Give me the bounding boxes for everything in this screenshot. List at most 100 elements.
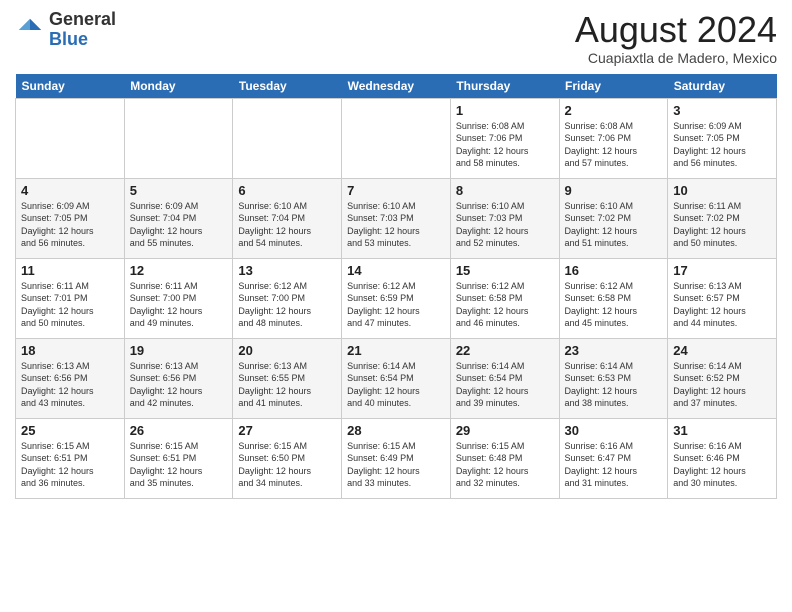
day-cell: 10 Sunrise: 6:11 AM Sunset: 7:02 PM Dayli… bbox=[668, 178, 777, 258]
day-info: Sunrise: 6:15 AM Sunset: 6:51 PM Dayligh… bbox=[130, 440, 228, 490]
day-cell: 5Sunrise: 6:09 AM Sunset: 7:04 PM Daylig… bbox=[124, 178, 233, 258]
day-info: Sunrise: 6:13 AM Sunset: 6:57 PM Dayligh… bbox=[673, 280, 771, 330]
day-number: 13 bbox=[238, 263, 336, 278]
week-row-2: 4Sunrise: 6:09 AM Sunset: 7:05 PM Daylig… bbox=[16, 178, 777, 258]
day-number: 11 bbox=[21, 263, 119, 278]
day-info: Sunrise: 6:11 AM Sunset: 7:02 PM Dayligh… bbox=[673, 200, 771, 250]
day-info: Sunrise: 6:12 AM Sunset: 6:58 PM Dayligh… bbox=[565, 280, 663, 330]
day-cell: 12 Sunrise: 6:11 AM Sunset: 7:00 PM Dayli… bbox=[124, 258, 233, 338]
calendar-header: SundayMondayTuesdayWednesdayThursdayFrid… bbox=[16, 74, 777, 99]
day-info: Sunrise: 6:10 AM Sunset: 7:04 PM Dayligh… bbox=[238, 200, 336, 250]
day-number: 21 bbox=[347, 343, 445, 358]
day-cell: 28 Sunrise: 6:15 AM Sunset: 6:49 PM Dayli… bbox=[342, 418, 451, 498]
day-info: Sunrise: 6:10 AM Sunset: 7:02 PM Dayligh… bbox=[565, 200, 663, 250]
day-number: 27 bbox=[238, 423, 336, 438]
day-cell: 13 Sunrise: 6:12 AM Sunset: 7:00 PM Dayli… bbox=[233, 258, 342, 338]
day-info: Sunrise: 6:13 AM Sunset: 6:56 PM Dayligh… bbox=[130, 360, 228, 410]
day-number: 23 bbox=[565, 343, 663, 358]
week-row-5: 25 Sunrise: 6:15 AM Sunset: 6:51 PM Dayli… bbox=[16, 418, 777, 498]
location: Cuapiaxtla de Madero, Mexico bbox=[575, 50, 777, 66]
day-cell: 21 Sunrise: 6:14 AM Sunset: 6:54 PM Dayli… bbox=[342, 338, 451, 418]
day-number: 4 bbox=[21, 183, 119, 198]
day-info: Sunrise: 6:15 AM Sunset: 6:48 PM Dayligh… bbox=[456, 440, 554, 490]
day-number: 16 bbox=[565, 263, 663, 278]
day-info: Sunrise: 6:16 AM Sunset: 6:47 PM Dayligh… bbox=[565, 440, 663, 490]
day-number: 14 bbox=[347, 263, 445, 278]
day-cell: 3 Sunrise: 6:09 AM Sunset: 7:05 PM Daylig… bbox=[668, 98, 777, 178]
day-cell: 17Sunrise: 6:13 AM Sunset: 6:57 PM Dayli… bbox=[668, 258, 777, 338]
day-number: 18 bbox=[21, 343, 119, 358]
day-cell: 15 Sunrise: 6:12 AM Sunset: 6:58 PM Dayli… bbox=[450, 258, 559, 338]
page-header: General Blue August 2024 Cuapiaxtla de M… bbox=[15, 10, 777, 66]
day-number: 8 bbox=[456, 183, 554, 198]
day-info: Sunrise: 6:15 AM Sunset: 6:51 PM Dayligh… bbox=[21, 440, 119, 490]
day-cell: 30 Sunrise: 6:16 AM Sunset: 6:47 PM Dayli… bbox=[559, 418, 668, 498]
day-number: 22 bbox=[456, 343, 554, 358]
day-cell: 8Sunrise: 6:10 AM Sunset: 7:03 PM Daylig… bbox=[450, 178, 559, 258]
day-info: Sunrise: 6:12 AM Sunset: 6:59 PM Dayligh… bbox=[347, 280, 445, 330]
day-number: 31 bbox=[673, 423, 771, 438]
day-cell: 31 Sunrise: 6:16 AM Sunset: 6:46 PM Dayli… bbox=[668, 418, 777, 498]
day-cell: 14 Sunrise: 6:12 AM Sunset: 6:59 PM Dayli… bbox=[342, 258, 451, 338]
week-row-1: 1Sunrise: 6:08 AM Sunset: 7:06 PM Daylig… bbox=[16, 98, 777, 178]
day-cell bbox=[342, 98, 451, 178]
day-info: Sunrise: 6:08 AM Sunset: 7:06 PM Dayligh… bbox=[565, 120, 663, 170]
day-cell: 26Sunrise: 6:15 AM Sunset: 6:51 PM Dayli… bbox=[124, 418, 233, 498]
day-info: Sunrise: 6:11 AM Sunset: 7:01 PM Dayligh… bbox=[21, 280, 119, 330]
day-number: 5 bbox=[130, 183, 228, 198]
month-year: August 2024 bbox=[575, 10, 777, 50]
day-cell: 4Sunrise: 6:09 AM Sunset: 7:05 PM Daylig… bbox=[16, 178, 125, 258]
day-cell: 2 Sunrise: 6:08 AM Sunset: 7:06 PM Daylig… bbox=[559, 98, 668, 178]
day-info: Sunrise: 6:09 AM Sunset: 7:05 PM Dayligh… bbox=[673, 120, 771, 170]
logo: General Blue bbox=[15, 10, 116, 50]
day-info: Sunrise: 6:14 AM Sunset: 6:54 PM Dayligh… bbox=[347, 360, 445, 410]
header-saturday: Saturday bbox=[668, 74, 777, 99]
day-cell: 6 Sunrise: 6:10 AM Sunset: 7:04 PM Daylig… bbox=[233, 178, 342, 258]
week-row-3: 11 Sunrise: 6:11 AM Sunset: 7:01 PM Dayli… bbox=[16, 258, 777, 338]
day-cell: 20 Sunrise: 6:13 AM Sunset: 6:55 PM Dayli… bbox=[233, 338, 342, 418]
day-number: 29 bbox=[456, 423, 554, 438]
day-cell: 1Sunrise: 6:08 AM Sunset: 7:06 PM Daylig… bbox=[450, 98, 559, 178]
day-number: 12 bbox=[130, 263, 228, 278]
calendar-body: 1Sunrise: 6:08 AM Sunset: 7:06 PM Daylig… bbox=[16, 98, 777, 498]
day-cell bbox=[233, 98, 342, 178]
day-cell bbox=[16, 98, 125, 178]
day-number: 7 bbox=[347, 183, 445, 198]
day-number: 2 bbox=[565, 103, 663, 118]
header-wednesday: Wednesday bbox=[342, 74, 451, 99]
day-number: 15 bbox=[456, 263, 554, 278]
day-cell: 23Sunrise: 6:14 AM Sunset: 6:53 PM Dayli… bbox=[559, 338, 668, 418]
day-number: 19 bbox=[130, 343, 228, 358]
day-info: Sunrise: 6:16 AM Sunset: 6:46 PM Dayligh… bbox=[673, 440, 771, 490]
logo-text: General Blue bbox=[49, 10, 116, 50]
day-info: Sunrise: 6:11 AM Sunset: 7:00 PM Dayligh… bbox=[130, 280, 228, 330]
day-number: 3 bbox=[673, 103, 771, 118]
header-friday: Friday bbox=[559, 74, 668, 99]
header-thursday: Thursday bbox=[450, 74, 559, 99]
day-info: Sunrise: 6:14 AM Sunset: 6:54 PM Dayligh… bbox=[456, 360, 554, 410]
day-number: 30 bbox=[565, 423, 663, 438]
day-info: Sunrise: 6:15 AM Sunset: 6:49 PM Dayligh… bbox=[347, 440, 445, 490]
calendar-table: SundayMondayTuesdayWednesdayThursdayFrid… bbox=[15, 74, 777, 499]
logo-blue: Blue bbox=[49, 30, 116, 50]
day-cell: 22 Sunrise: 6:14 AM Sunset: 6:54 PM Dayli… bbox=[450, 338, 559, 418]
header-monday: Monday bbox=[124, 74, 233, 99]
day-number: 6 bbox=[238, 183, 336, 198]
day-number: 28 bbox=[347, 423, 445, 438]
day-info: Sunrise: 6:13 AM Sunset: 6:55 PM Dayligh… bbox=[238, 360, 336, 410]
header-tuesday: Tuesday bbox=[233, 74, 342, 99]
header-sunday: Sunday bbox=[16, 74, 125, 99]
day-info: Sunrise: 6:10 AM Sunset: 7:03 PM Dayligh… bbox=[347, 200, 445, 250]
day-info: Sunrise: 6:12 AM Sunset: 7:00 PM Dayligh… bbox=[238, 280, 336, 330]
day-cell: 24Sunrise: 6:14 AM Sunset: 6:52 PM Dayli… bbox=[668, 338, 777, 418]
day-number: 25 bbox=[21, 423, 119, 438]
day-number: 20 bbox=[238, 343, 336, 358]
day-number: 10 bbox=[673, 183, 771, 198]
day-number: 9 bbox=[565, 183, 663, 198]
day-cell: 18Sunrise: 6:13 AM Sunset: 6:56 PM Dayli… bbox=[16, 338, 125, 418]
day-info: Sunrise: 6:12 AM Sunset: 6:58 PM Dayligh… bbox=[456, 280, 554, 330]
logo-general: General bbox=[49, 10, 116, 30]
title-block: August 2024 Cuapiaxtla de Madero, Mexico bbox=[575, 10, 777, 66]
day-info: Sunrise: 6:15 AM Sunset: 6:50 PM Dayligh… bbox=[238, 440, 336, 490]
logo-icon bbox=[15, 15, 45, 45]
